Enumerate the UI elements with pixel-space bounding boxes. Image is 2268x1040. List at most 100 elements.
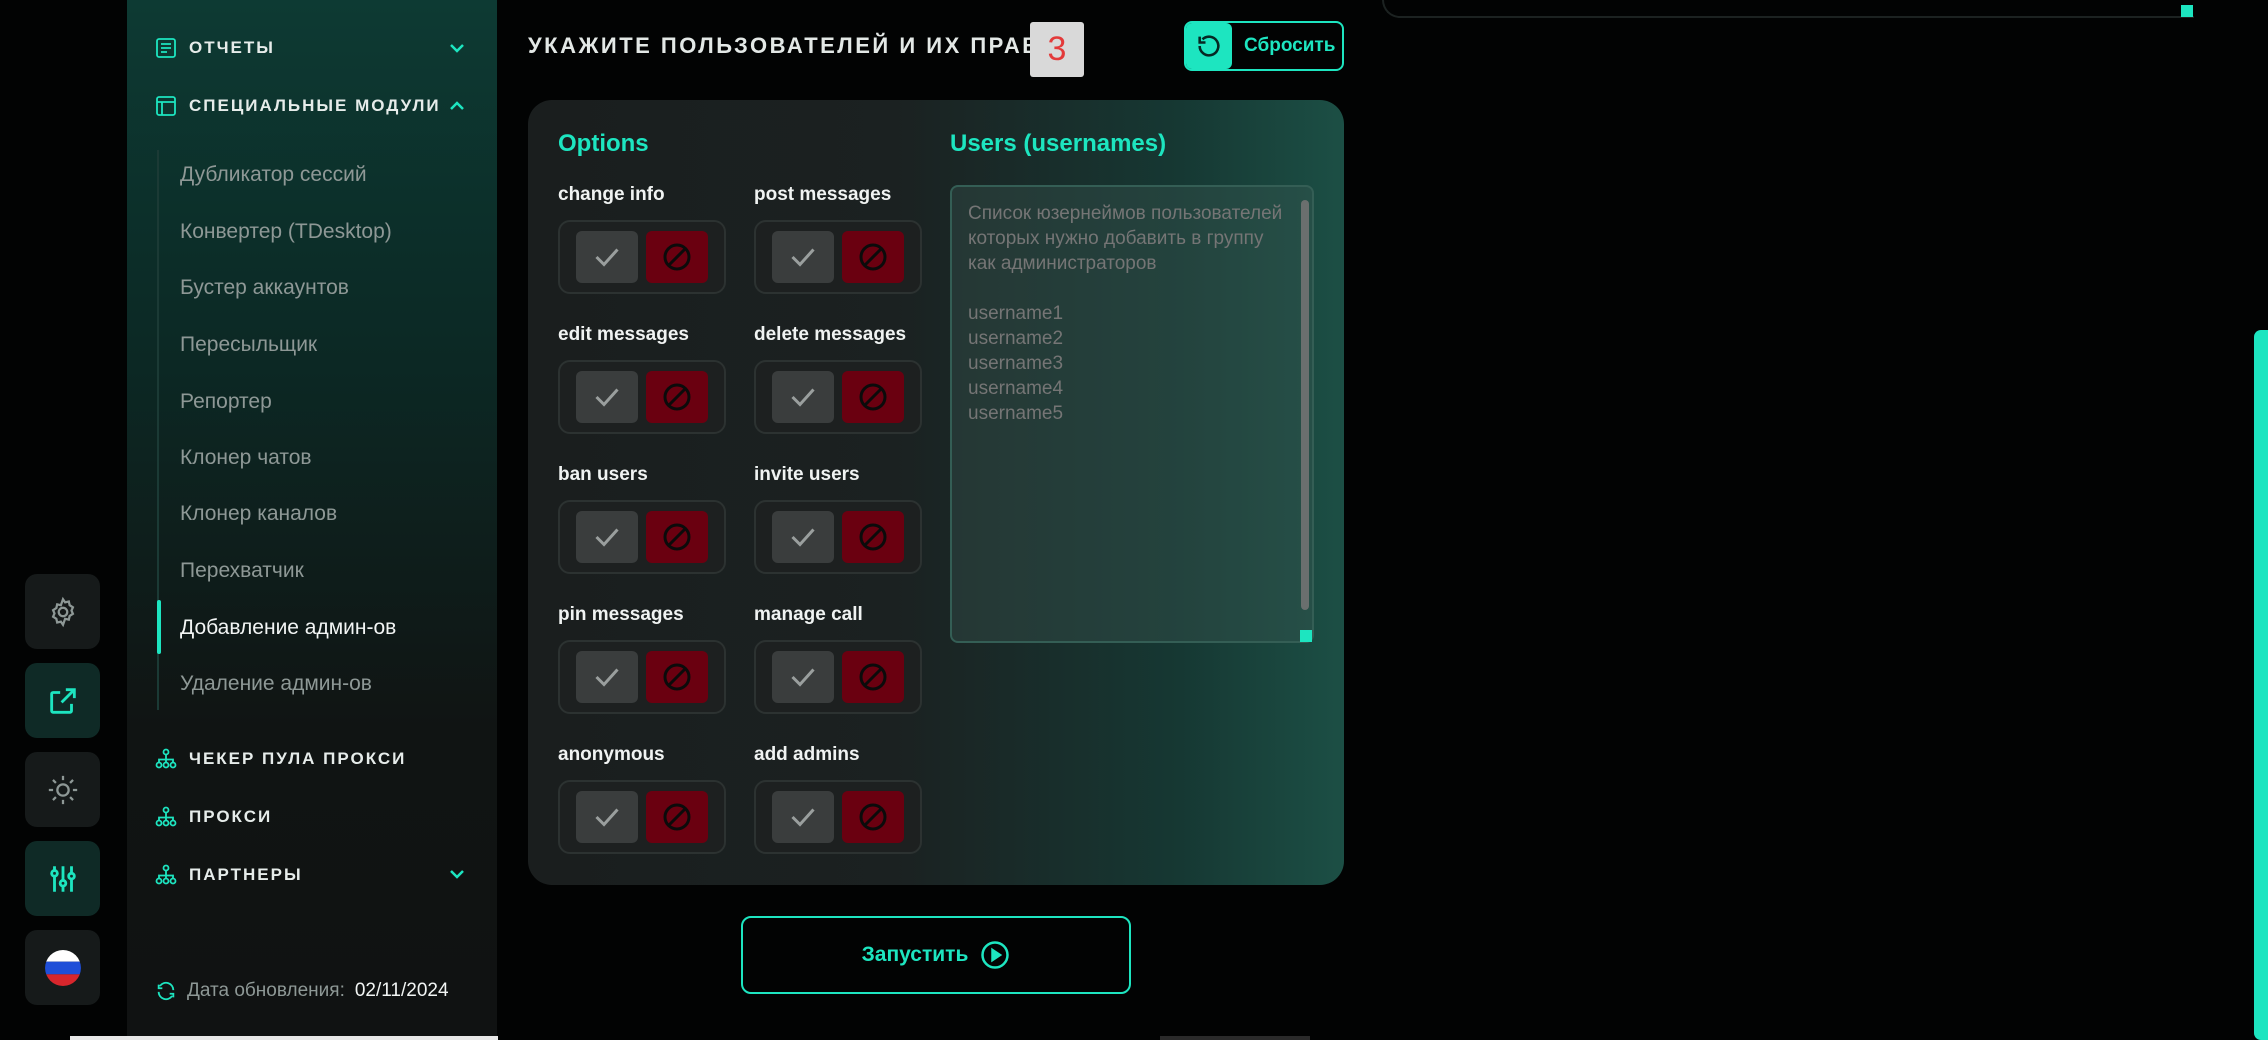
permission-toggle [558,500,726,574]
check-icon [589,799,625,835]
resize-handle-icon[interactable] [1300,630,1312,642]
permission-label: add admins [754,744,860,765]
deny-button[interactable] [842,791,904,843]
permission-label: ban users [558,464,648,485]
permission-pin-messages: pin messages [558,604,726,714]
permission-anonymous: anonymous [558,744,726,854]
users-heading: Users (usernames) [950,130,1167,157]
ban-icon [855,379,891,415]
allow-button[interactable] [576,371,638,423]
check-icon [785,519,821,555]
theme-toggle-button[interactable] [25,752,100,827]
allow-button[interactable] [772,511,834,563]
icon-rail [25,574,100,1019]
sidebar-section-partners[interactable]: ПАРТНЕРЫ [155,864,303,886]
allow-button[interactable] [772,371,834,423]
sidebar-section-reports[interactable]: ОТЧЕТЫ [155,37,275,59]
ban-icon [855,239,891,275]
language-button[interactable] [25,930,100,1005]
sidebar-item-remove-admins[interactable]: Удаление админ-ов [180,672,372,696]
settings-button[interactable] [25,574,100,649]
permission-add-admins: add admins [754,744,922,854]
permission-label: post messages [754,184,892,205]
deny-button[interactable] [646,651,708,703]
page-scrollbar[interactable] [2254,330,2268,1040]
sidebar-section-proxy-pool-checker[interactable]: ЧЕКЕР ПУЛА ПРОКСИ [155,748,406,770]
deny-button[interactable] [842,371,904,423]
sidebar-section-label: ПАРТНЕРЫ [189,865,303,884]
permission-post-messages: post messages [754,184,922,294]
permission-delete-messages: delete messages [754,324,922,434]
permission-label: edit messages [558,324,689,345]
report-icon [156,38,176,58]
permission-label: change info [558,184,665,205]
permission-toggle [558,360,726,434]
modules-icon [156,96,176,116]
deny-button[interactable] [842,511,904,563]
resize-handle-icon[interactable] [2181,5,2193,17]
sidebar-section-label: ОТЧЕТЫ [189,38,275,57]
update-date: 02/11/2024 [354,980,449,1001]
ban-icon [659,659,695,695]
usernames-input[interactable] [950,185,1314,643]
permission-edit-messages: edit messages [558,324,726,434]
sidebar-item-account-booster[interactable]: Бустер аккаунтов [180,276,349,300]
sidebar-item-interceptor[interactable]: Перехватчик [180,559,304,583]
ban-icon [659,379,695,415]
chevron-down-icon[interactable] [447,38,467,58]
deny-button[interactable] [646,371,708,423]
sidebar-item-converter[interactable]: Конвертер (TDesktop) [180,220,392,244]
permission-label: manage call [754,604,863,625]
sidebar: ОТЧЕТЫ СПЕЦИАЛЬНЫЕ МОДУЛИ Дубликатор сес… [127,0,497,1040]
check-icon [589,519,625,555]
sliders-button[interactable] [25,841,100,916]
permission-label: invite users [754,464,860,485]
sidebar-item-session-duplicator[interactable]: Дубликатор сессий [180,163,367,187]
reset-button[interactable]: Сбросить [1184,21,1344,71]
permission-invite-users: invite users [754,464,922,574]
chevron-up-icon[interactable] [447,96,467,116]
deny-button[interactable] [646,791,708,843]
deny-button[interactable] [646,511,708,563]
play-circle-icon [981,941,1010,969]
sidebar-item-add-admins[interactable]: Добавление админ-ов [180,616,396,640]
permission-toggle [754,220,922,294]
sidebar-section-proxy[interactable]: ПРОКСИ [155,806,272,828]
external-link-button[interactable] [25,663,100,738]
ban-icon [659,799,695,835]
allow-button[interactable] [576,511,638,563]
network-icon [155,748,177,769]
top-right-container [1382,0,2194,18]
sidebar-item-channel-cloner[interactable]: Клонер каналов [180,502,337,526]
allow-button[interactable] [772,791,834,843]
update-info: Дата обновления: 02/11/2024 [155,980,449,1002]
sidebar-item-forwarder[interactable]: Пересыльщик [180,333,317,357]
reset-icon-wrap [1186,23,1232,69]
check-icon [589,379,625,415]
chevron-down-icon[interactable] [447,864,467,884]
deny-button[interactable] [646,231,708,283]
allow-button[interactable] [772,231,834,283]
sidebar-section-label: СПЕЦИАЛЬНЫЕ МОДУЛИ [189,96,441,115]
deny-button[interactable] [842,231,904,283]
ban-icon [855,659,891,695]
external-link-icon [49,687,76,714]
permissions-panel: Options Users (usernames) change info pos… [528,100,1344,885]
allow-button[interactable] [576,231,638,283]
usernames-scrollbar[interactable] [1301,200,1309,610]
permission-label: anonymous [558,744,665,765]
ban-icon [659,519,695,555]
check-icon [589,659,625,695]
bottom-bar-secondary [1160,1036,1310,1040]
sidebar-item-chat-cloner[interactable]: Клонер чатов [180,446,312,470]
reset-label: Сбросить [1244,35,1336,56]
run-button[interactable]: Запустить [741,916,1131,994]
allow-button[interactable] [772,651,834,703]
deny-button[interactable] [842,651,904,703]
sidebar-item-reporter[interactable]: Репортер [180,390,272,414]
network-icon [155,864,177,885]
sidebar-section-special-modules[interactable]: СПЕЦИАЛЬНЫЕ МОДУЛИ [155,95,441,117]
allow-button[interactable] [576,651,638,703]
settings-icon [51,596,74,627]
allow-button[interactable] [576,791,638,843]
